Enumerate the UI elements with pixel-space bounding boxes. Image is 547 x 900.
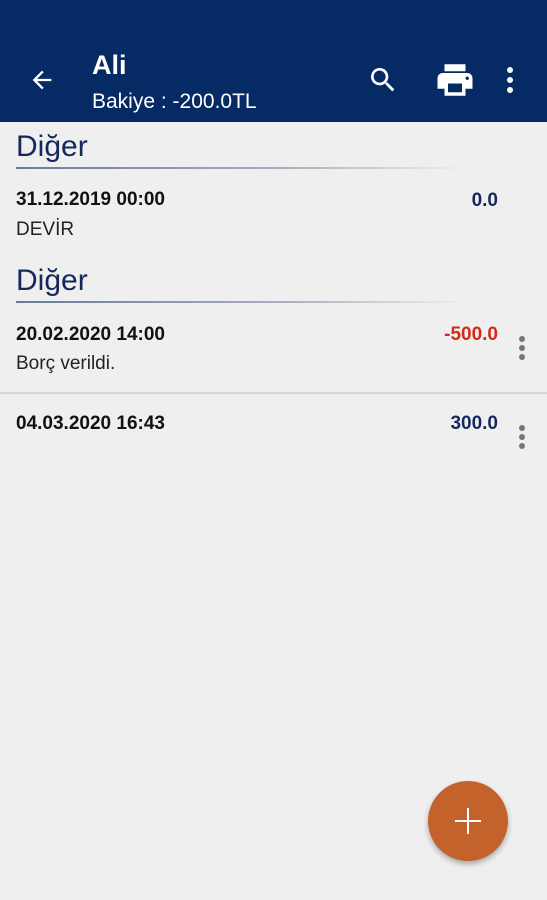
- back-button[interactable]: [24, 62, 60, 98]
- balance-subtitle: Bakiye : -200.0TL: [92, 90, 257, 113]
- row-divider: [0, 392, 547, 394]
- row-menu-button[interactable]: [512, 331, 532, 365]
- search-button[interactable]: [365, 62, 401, 98]
- transaction-date: 04.03.2020 16:43: [16, 413, 165, 434]
- more-vert-icon: [519, 336, 525, 360]
- section-divider: [16, 167, 466, 169]
- app-bar: Ali Bakiye : -200.0TL: [0, 0, 547, 122]
- transaction-amount: -500.0: [444, 324, 498, 345]
- section-divider: [16, 301, 466, 303]
- account-title: Ali: [92, 50, 127, 80]
- transaction-amount: 300.0: [450, 413, 498, 434]
- more-vert-icon: [507, 67, 513, 93]
- add-transaction-button[interactable]: [428, 781, 508, 861]
- overflow-menu-button[interactable]: [498, 62, 522, 98]
- transaction-date: 20.02.2020 14:00: [16, 324, 165, 345]
- plus-icon: [455, 808, 481, 834]
- print-button[interactable]: [433, 60, 477, 100]
- transaction-description: Borç verildi.: [16, 353, 116, 374]
- section-header: Diğer: [16, 130, 88, 163]
- section-header: Diğer: [16, 264, 88, 297]
- print-icon: [437, 64, 473, 96]
- transaction-date: 31.12.2019 00:00: [16, 189, 165, 210]
- row-menu-button[interactable]: [512, 420, 532, 454]
- more-vert-icon: [519, 425, 525, 449]
- transaction-description: DEVİR: [16, 219, 75, 240]
- transaction-amount: 0.0: [471, 190, 498, 211]
- back-arrow-icon: [32, 70, 52, 90]
- search-icon: [371, 68, 395, 92]
